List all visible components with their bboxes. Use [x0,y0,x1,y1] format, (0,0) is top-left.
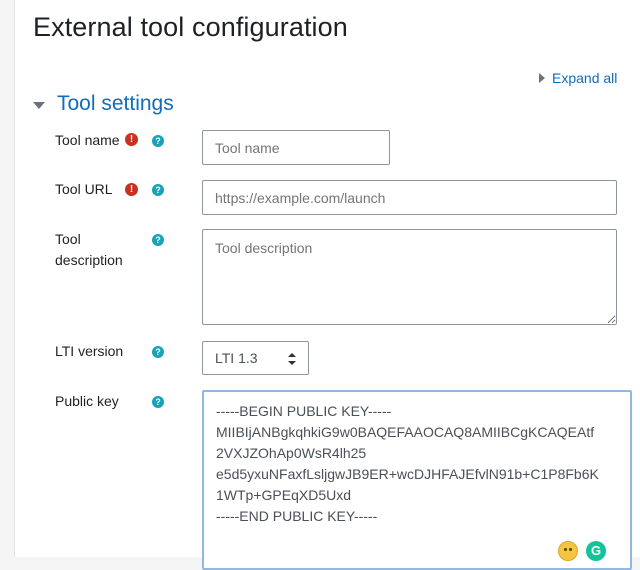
lti-version-selected: LTI 1.3 [215,350,258,366]
public-key-line: -----END PUBLIC KEY----- [216,508,378,524]
tool-description-label: Tool description [55,229,123,271]
tool-name-input[interactable] [202,130,390,165]
page-title: External tool configuration [33,12,348,42]
public-key-line: e5d5yxuNFaxfLsljgwJB9ER+wcDJHFAJEfvlN91b… [216,466,599,482]
form-panel: External tool configuration Expand all T… [14,0,640,570]
required-icon: ! [125,183,138,196]
lti-version-label: LTI version [55,343,124,359]
public-key-label: Public key [55,393,119,409]
help-icon[interactable]: ? [152,346,164,358]
public-key-line: MIIBIjANBgkqhkiG9w0BAQEFAAOCAQ8AMIIBCgKC… [216,424,595,440]
section-title: Tool settings [57,92,174,115]
emoji-icon[interactable] [558,541,578,561]
select-arrows-icon [288,353,296,365]
help-icon[interactable]: ? [152,135,164,147]
lti-version-select[interactable]: LTI 1.3 [202,341,309,375]
tool-url-label: Tool URL [55,181,113,197]
help-icon[interactable]: ? [152,234,164,246]
expand-all-link[interactable]: Expand all [539,70,617,86]
tool-description-textarea[interactable] [202,229,617,325]
help-icon[interactable]: ? [152,396,164,408]
collapse-caret-icon [33,101,45,109]
public-key-line: 2VXJZOhAp0WsR4lh25 [216,445,367,461]
expand-triangle-icon [539,73,545,83]
section-header-tool-settings[interactable]: Tool settings [33,92,174,116]
required-icon: ! [125,133,138,146]
tool-description-label-line2: description [55,252,123,268]
tool-description-label-line1: Tool [55,231,81,247]
grammarly-icon[interactable]: G [586,541,606,561]
public-key-line: -----BEGIN PUBLIC KEY----- [216,403,392,419]
tool-url-input[interactable] [202,180,617,215]
expand-all-label: Expand all [552,70,618,86]
tool-name-label: Tool name [55,132,120,148]
help-icon[interactable]: ? [152,184,164,196]
public-key-line: 1WTp+GPEqXD5Uxd [216,487,351,503]
